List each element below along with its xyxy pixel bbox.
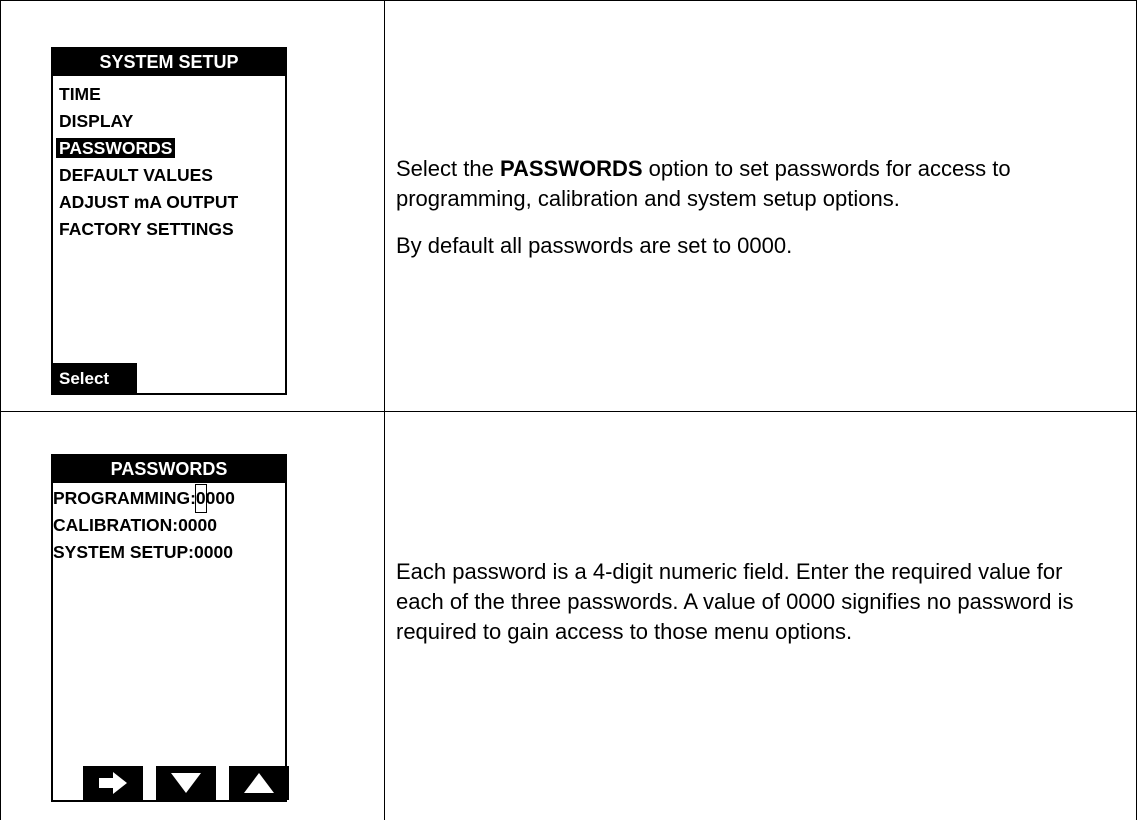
menu-item-time[interactable]: TIME xyxy=(53,81,285,108)
table-border-left xyxy=(0,0,1,820)
menu-item-factory-settings[interactable]: FACTORY SETTINGS xyxy=(53,216,285,243)
description-default-note: By default all passwords are set to 0000… xyxy=(396,233,793,258)
next-digit-button[interactable] xyxy=(83,766,143,800)
menu-item-default-values[interactable]: DEFAULT VALUES xyxy=(53,162,285,189)
table-border-right xyxy=(1136,0,1137,820)
menu-item-adjust-ma-output[interactable]: ADJUST mA OUTPUT xyxy=(53,189,285,216)
description-line-select: Select the PASSWORDS option to set passw… xyxy=(396,156,1011,211)
menu-item-display[interactable]: DISPLAY xyxy=(53,108,285,135)
increment-button[interactable] xyxy=(229,766,289,800)
description-password-fields: Each password is a 4-digit numeric field… xyxy=(396,557,1116,647)
bold-passwords: PASSWORDS xyxy=(499,156,643,181)
field-system-setup-password[interactable]: SYSTEM SETUP:0000 xyxy=(53,539,285,566)
menu-item-passwords[interactable]: PASSWORDS xyxy=(53,135,285,162)
screen-title: SYSTEM SETUP xyxy=(53,49,285,76)
description-paragraph: Each password is a 4-digit numeric field… xyxy=(396,559,1074,644)
table-border-top xyxy=(0,0,1137,1)
field-programming-password[interactable]: PROGRAMMING:0000 xyxy=(53,484,285,513)
select-softkey[interactable]: Select xyxy=(53,363,137,393)
arrow-down-icon xyxy=(171,773,201,793)
arrow-right-icon xyxy=(99,772,127,794)
description-passwords-option: Select the PASSWORDS option to set passw… xyxy=(396,154,1126,261)
lcd-screen-passwords: PASSWORDS PROGRAMMING:0000 CALIBRATION:0… xyxy=(51,454,289,802)
field-calibration-password[interactable]: CALIBRATION:0000 xyxy=(53,512,285,539)
edit-cursor: 0 xyxy=(194,484,207,513)
table-column-divider xyxy=(384,0,385,820)
table-row-divider xyxy=(0,411,1137,412)
arrow-up-icon xyxy=(244,773,274,793)
decrement-button[interactable] xyxy=(156,766,216,800)
lcd-screen-system-setup: SYSTEM SETUP TIME DISPLAY PASSWORDS DEFA… xyxy=(51,47,287,395)
instruction-table: SYSTEM SETUP TIME DISPLAY PASSWORDS DEFA… xyxy=(0,0,1137,820)
screen-title: PASSWORDS xyxy=(53,456,285,483)
selected-highlight: PASSWORDS xyxy=(56,138,176,158)
